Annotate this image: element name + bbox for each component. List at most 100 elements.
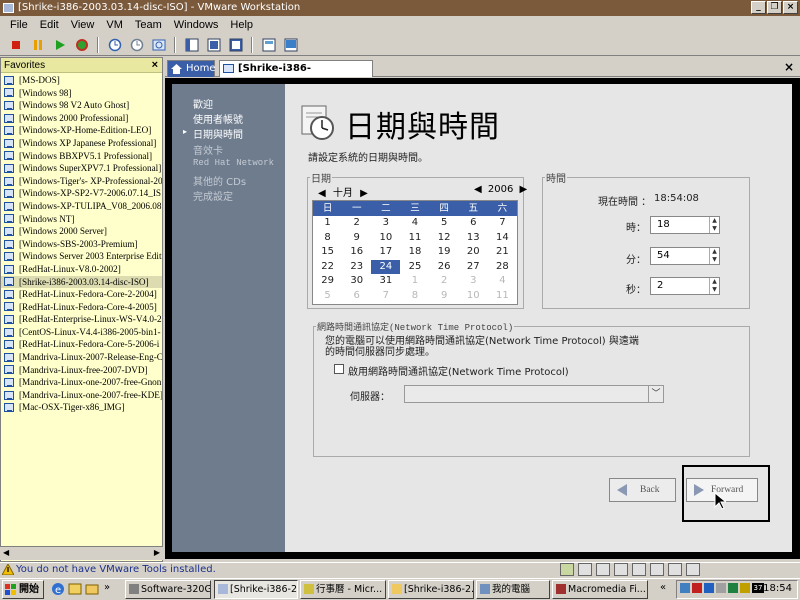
calendar-day[interactable]: 14 [488, 231, 517, 246]
favorite-vm-item[interactable]: [Windows 98 V2 Auto Ghost] [1, 99, 162, 112]
menu-windows[interactable]: Windows [168, 19, 225, 31]
tab-vm[interactable]: [Shrike-i386-2003.03.14-... [219, 60, 373, 90]
favorite-vm-item[interactable]: [Windows SuperXPV7.1 Professional] [1, 162, 162, 175]
calendar-day[interactable]: 15 [313, 245, 342, 260]
hour-spinner[interactable]: 18 ▲ ▼ [650, 216, 720, 234]
menu-view[interactable]: View [65, 19, 101, 31]
calendar-day[interactable]: 23 [342, 260, 371, 275]
summary-view-icon[interactable] [259, 36, 278, 54]
start-button[interactable]: 開始 [2, 580, 44, 599]
calendar-day[interactable]: 1 [400, 274, 429, 289]
favorite-vm-item[interactable]: [Windows Server 2003 Enterprise Editi [1, 250, 162, 263]
snapshot-manager-icon[interactable] [149, 36, 168, 54]
favorite-vm-item[interactable]: [Windows 2000 Professional] [1, 112, 162, 125]
favorite-vm-item[interactable]: [Windows-XP-TULIPA_V08_2006.08 [1, 200, 162, 213]
calendar-day[interactable]: 16 [342, 245, 371, 260]
calendar-day[interactable]: 5 [313, 289, 342, 304]
power-off-button[interactable] [6, 36, 25, 54]
year-selector[interactable]: ◀ 2006 ▶ [474, 184, 527, 195]
taskbar-button[interactable]: 我的電腦 [476, 580, 550, 599]
revert-snapshot-icon[interactable] [127, 36, 146, 54]
favorite-vm-item[interactable]: [Mandriva-Linux-one-2007-free-Gnon [1, 376, 162, 389]
favorite-vm-item[interactable]: [Windows XP Japanese Professional] [1, 137, 162, 150]
favorite-vm-item[interactable]: [Windows BBXPV5.1 Professional] [1, 150, 162, 163]
floppy-device-icon[interactable] [578, 563, 592, 576]
ie-icon[interactable]: e [51, 582, 65, 596]
tray-security-icon[interactable] [692, 583, 702, 593]
calendar-day[interactable]: 7 [488, 216, 517, 231]
next-year-button[interactable]: ▶ [520, 184, 528, 195]
chevron-down-icon[interactable]: ﹀ [648, 386, 663, 402]
calendar-day[interactable]: 28 [488, 260, 517, 275]
calendar-day[interactable]: 4 [488, 274, 517, 289]
calendar-day[interactable]: 2 [430, 274, 459, 289]
taskbar-button[interactable]: 行事曆 - Micr... [300, 580, 386, 599]
favorite-vm-item[interactable]: [Windows-SBS-2003-Premium] [1, 238, 162, 251]
favorite-vm-item[interactable]: [Mandriva-Linux-one-2007-free-KDE] [1, 389, 162, 402]
sound-device-icon[interactable] [650, 563, 664, 576]
calendar-day[interactable]: 25 [400, 260, 429, 275]
taskbar-button[interactable]: [Shrike-i386-2... [214, 580, 298, 599]
help-icon[interactable] [686, 563, 700, 576]
snapshot-icon[interactable] [105, 36, 124, 54]
back-button[interactable]: Back [609, 478, 676, 502]
calendar-day[interactable]: 11 [488, 289, 517, 304]
menu-edit[interactable]: Edit [34, 19, 65, 31]
calendar-day[interactable]: 26 [430, 260, 459, 275]
calendar-day[interactable]: 19 [430, 245, 459, 260]
favorite-vm-item[interactable]: [Mandriva-Linux-2007-Release-Eng-C [1, 351, 162, 364]
show-sidebar-icon[interactable] [182, 36, 201, 54]
calendar-day[interactable]: 6 [342, 289, 371, 304]
calendar-day[interactable]: 2 [342, 216, 371, 231]
reset-button[interactable] [72, 36, 91, 54]
favorite-vm-item[interactable]: [RedHat-Linux-Fedora-Core-2-2004] [1, 288, 162, 301]
favorite-vm-item[interactable]: [Mac-OSX-Tiger-x86_IMG] [1, 401, 162, 414]
calendar-day[interactable]: 8 [313, 231, 342, 246]
explorer-icon[interactable] [85, 582, 99, 596]
calendar-day[interactable]: 29 [313, 274, 342, 289]
suspend-button[interactable] [28, 36, 47, 54]
tray-volume-icon[interactable] [716, 583, 726, 593]
favorite-vm-item[interactable]: [Windows-XP-Home-Edition-LEO] [1, 124, 162, 137]
favorite-vm-item[interactable]: [Shrike-i386-2003.03.14-disc-ISO] [1, 275, 162, 289]
tray-network-icon[interactable] [680, 583, 690, 593]
tray-language-icon[interactable] [740, 583, 750, 593]
menu-team[interactable]: Team [129, 19, 168, 31]
calendar-day[interactable]: 9 [430, 289, 459, 304]
prev-year-button[interactable]: ◀ [474, 184, 482, 195]
printer-device-icon[interactable] [668, 563, 682, 576]
favorite-vm-item[interactable]: [RedHat-Enterprise-Linux-WS-V4.0-2 [1, 313, 162, 326]
full-screen-icon[interactable] [226, 36, 245, 54]
close-window-button[interactable]: × [783, 1, 798, 14]
calendar-day[interactable]: 4 [400, 216, 429, 231]
menu-file[interactable]: File [4, 19, 34, 31]
disk-device-icon[interactable] [596, 563, 610, 576]
calendar-day[interactable]: 7 [371, 289, 400, 304]
favorite-vm-item[interactable]: [RedHat-Linux-Fedora-Core-5-2006-i [1, 338, 162, 351]
favorite-vm-item[interactable]: [CentOS-Linux-V4.4-i386-2005-bin1- [1, 326, 162, 339]
calendar-day[interactable]: 6 [459, 216, 488, 231]
favorite-vm-item[interactable]: [Windows 98] [1, 87, 162, 100]
quicklaunch-overflow[interactable]: » [104, 582, 110, 593]
favorite-vm-item[interactable]: [RedHat-Linux-Fedora-Core-4-2005] [1, 301, 162, 314]
favorite-vm-item[interactable]: [Mandriva-Linux-free-2007-DVD] [1, 364, 162, 377]
second-spinner[interactable]: 2 ▲ ▼ [650, 277, 720, 295]
next-month-button[interactable]: ▶ [360, 188, 368, 199]
calendar-day[interactable]: 3 [371, 216, 400, 231]
minute-spinner[interactable]: 54 ▲ ▼ [650, 247, 720, 265]
calendar-day[interactable]: 8 [400, 289, 429, 304]
calendar-day[interactable]: 22 [313, 260, 342, 275]
month-selector[interactable]: ◀ 十月 ▶ [318, 184, 368, 199]
tray-app-icon[interactable] [728, 583, 738, 593]
tray-expand-button[interactable]: « [660, 582, 666, 593]
calendar-day[interactable]: 24 [371, 259, 401, 274]
calendar-day[interactable]: 30 [342, 274, 371, 289]
taskbar-button[interactable]: Macromedia Fi... [552, 580, 648, 599]
taskbar-button[interactable]: [Shrike-i386-2... [388, 580, 474, 599]
calendar-day[interactable]: 9 [342, 231, 371, 246]
cd-device-icon[interactable] [560, 563, 574, 576]
calendar-day[interactable]: 11 [400, 231, 429, 246]
power-on-button[interactable] [50, 36, 69, 54]
calendar-grid[interactable]: 日一二三四五六 1 2 3 4 5 6 7 8 9 10 11 12 13 14 15 16 17 18 19 20 2… [312, 200, 518, 305]
minimize-button[interactable]: _ [751, 1, 766, 14]
